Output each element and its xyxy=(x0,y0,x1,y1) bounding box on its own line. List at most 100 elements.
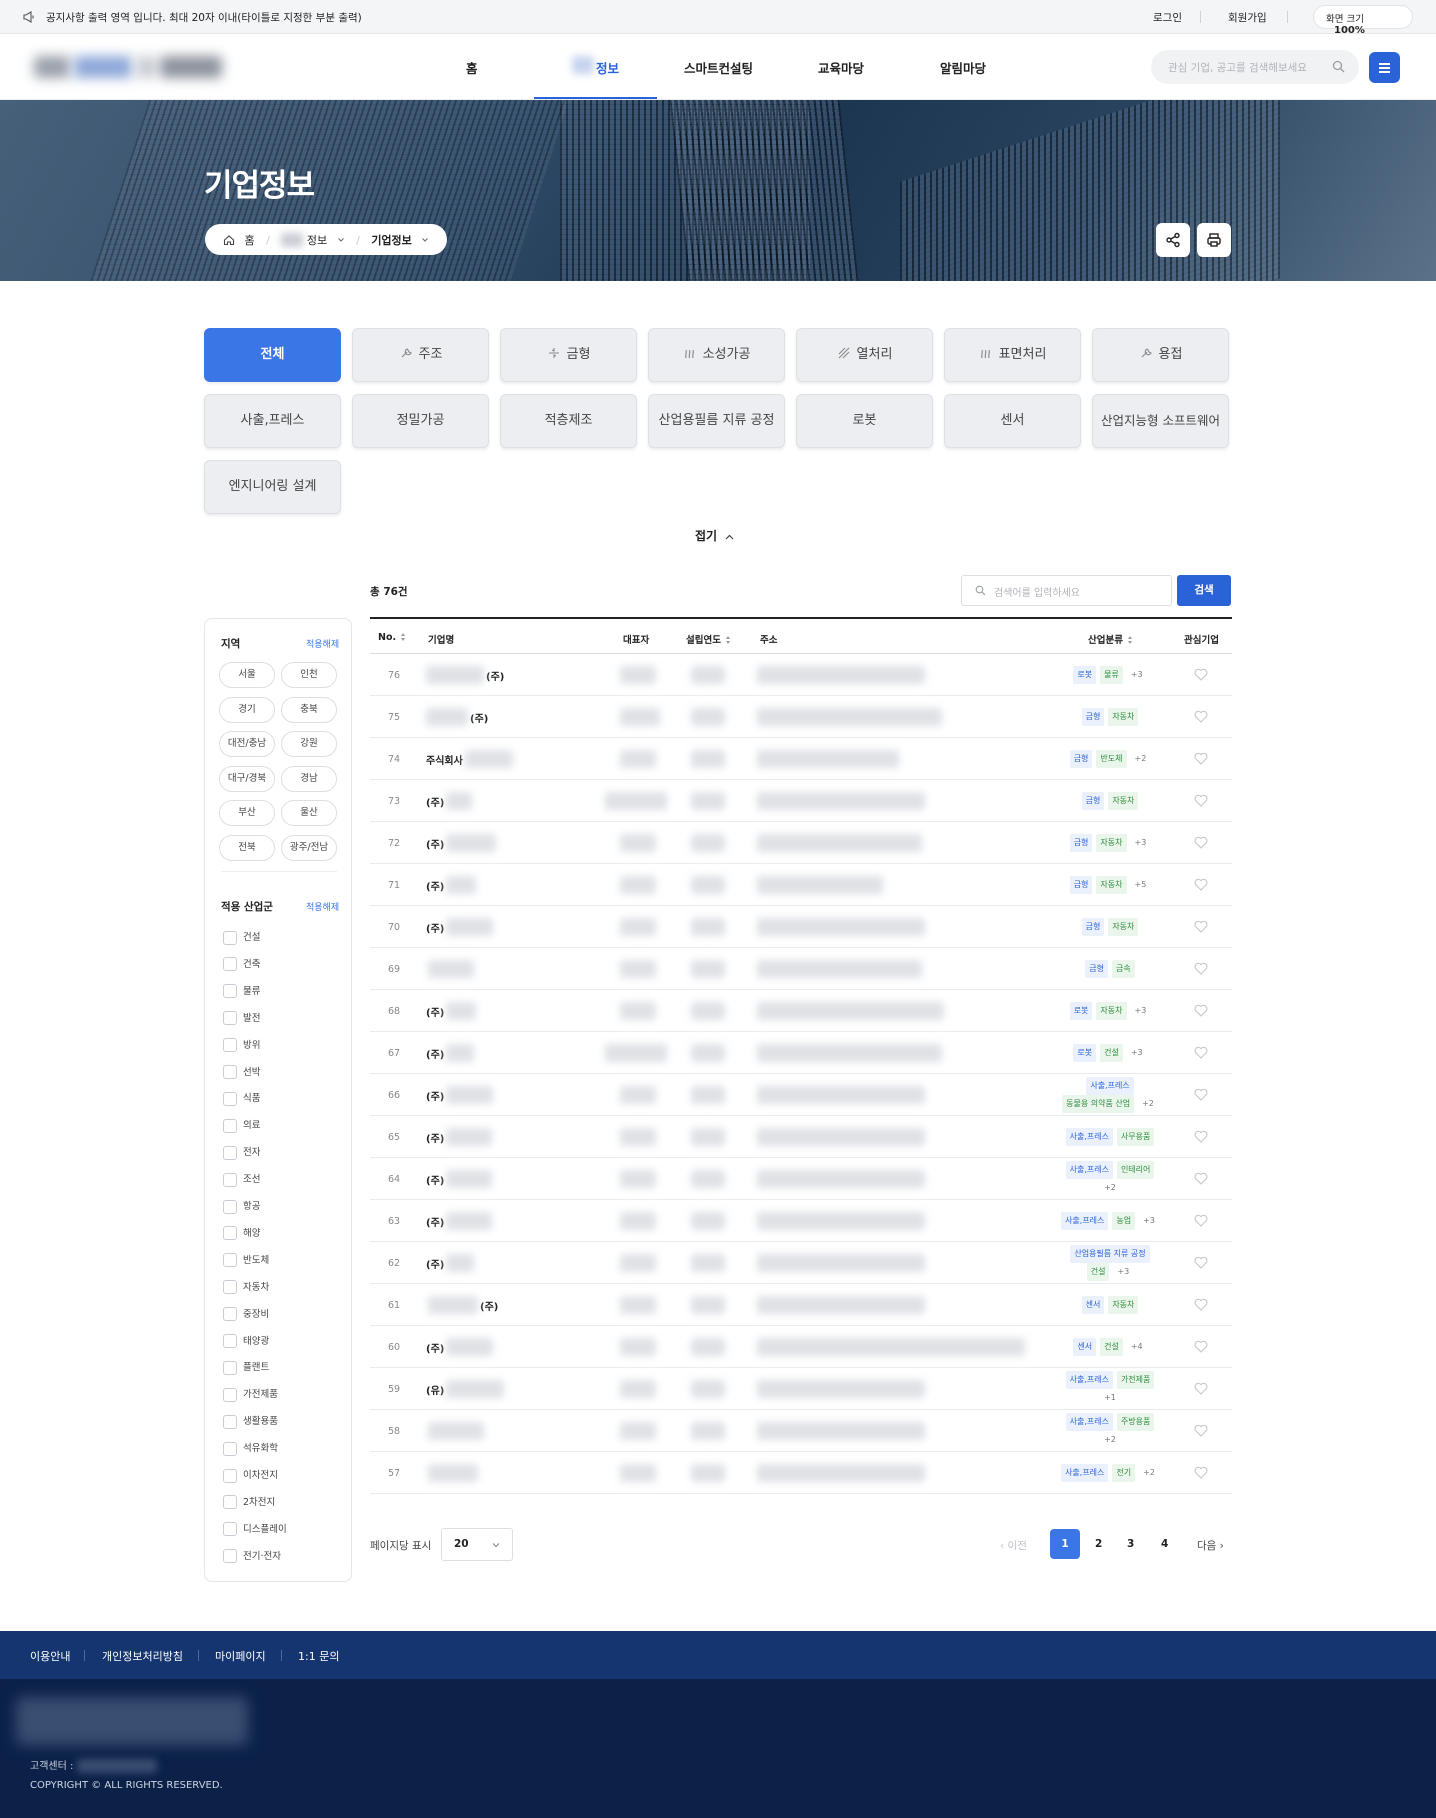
region-chip[interactable]: 경남 xyxy=(281,765,337,792)
company-name[interactable]: 주식회사 xyxy=(426,750,513,768)
col-year[interactable]: 설립연도 xyxy=(686,632,731,646)
category-mold[interactable]: 금형 xyxy=(500,328,637,382)
table-row[interactable]: 71 (주) 금형 자동차 +5 xyxy=(370,864,1232,906)
region-chip[interactable]: 서울 xyxy=(219,662,275,688)
table-row[interactable]: 70 (주) 금형 자동차 xyxy=(370,906,1232,948)
industry-checkbox[interactable]: 석유화학 xyxy=(223,1440,278,1456)
company-name[interactable]: (주) xyxy=(426,1254,475,1272)
heart-icon[interactable] xyxy=(1194,1340,1208,1353)
table-row[interactable]: 57 사출,프레스 전기 +2 xyxy=(370,1452,1232,1494)
industry-checkbox[interactable]: 전자 xyxy=(223,1144,260,1160)
heart-icon[interactable] xyxy=(1194,710,1208,723)
industry-checkbox[interactable]: 디스플레이 xyxy=(223,1521,287,1537)
col-industry[interactable]: 산업분류 xyxy=(1088,632,1133,646)
site-logo[interactable] xyxy=(34,50,224,82)
industry-checkbox[interactable]: 자동차 xyxy=(223,1279,269,1295)
company-name[interactable]: (주) xyxy=(426,666,504,684)
per-page-select[interactable]: 20 xyxy=(441,1528,513,1561)
industry-checkbox[interactable]: 중장비 xyxy=(223,1306,269,1322)
table-row[interactable]: 63 (주) 사출,프레스 농업 +3 xyxy=(370,1200,1232,1242)
industry-checkbox[interactable]: 반도체 xyxy=(223,1252,269,1268)
page-4[interactable]: 4 xyxy=(1161,1538,1168,1550)
print-button[interactable] xyxy=(1197,223,1231,257)
footer-link-mypage[interactable]: 마이페이지 xyxy=(215,1648,266,1664)
heart-icon[interactable] xyxy=(1194,878,1208,891)
share-button[interactable] xyxy=(1156,223,1190,257)
region-chip[interactable]: 충북 xyxy=(281,696,337,723)
heart-icon[interactable] xyxy=(1194,1130,1208,1143)
chevron-down-icon[interactable] xyxy=(337,236,345,244)
industry-checkbox[interactable]: 가전제품 xyxy=(223,1386,278,1402)
table-row[interactable]: 58 사출,프레스 주방용품 +2 xyxy=(370,1410,1232,1452)
category-industrial-ai-software[interactable]: 산업지능형 소프트웨어 xyxy=(1092,394,1229,448)
company-name[interactable] xyxy=(428,1464,478,1482)
region-chip[interactable]: 전북 xyxy=(219,834,275,861)
industry-reset-link[interactable]: 적용해제 xyxy=(306,900,339,913)
table-search-input[interactable]: 검색어를 입력하세요 xyxy=(961,575,1172,606)
industry-checkbox[interactable]: 이차전지 xyxy=(223,1467,278,1483)
table-row[interactable]: 64 (주) 사출,프레스 인테리어 +2 xyxy=(370,1158,1232,1200)
breadcrumb-level1[interactable]: 정보 xyxy=(307,232,327,248)
header-search-input[interactable]: 관심 기업, 공고를 검색해보세요 xyxy=(1151,50,1359,84)
table-row[interactable]: 73 (주) 금형 자동차 xyxy=(370,780,1232,822)
company-name[interactable]: (유) xyxy=(426,1380,505,1398)
heart-icon[interactable] xyxy=(1194,1088,1208,1101)
company-name[interactable]: (주) xyxy=(426,1128,493,1146)
category-engineering-design[interactable]: 엔지니어링 설계 xyxy=(204,460,341,514)
company-name[interactable] xyxy=(428,960,474,978)
industry-checkbox[interactable]: 태양광 xyxy=(223,1333,269,1348)
table-row[interactable]: 60 (주) 센서 건설 +4 xyxy=(370,1326,1232,1368)
industry-checkbox[interactable]: 물류 xyxy=(223,983,260,999)
region-chip[interactable]: 경기 xyxy=(219,696,275,723)
table-row[interactable]: 62 (주) 산업용필름 지류 공정 건설 +3 xyxy=(370,1242,1232,1284)
home-icon[interactable] xyxy=(223,234,235,246)
page-1[interactable]: 1 xyxy=(1050,1529,1080,1559)
region-chip[interactable]: 대구/경북 xyxy=(219,765,275,792)
table-row[interactable]: 59 (유) 사출,프레스 가전제품 +1 xyxy=(370,1368,1232,1410)
category-surface-treatment[interactable]: 표면처리 xyxy=(944,328,1081,382)
heart-icon[interactable] xyxy=(1194,836,1208,849)
table-row[interactable]: 65 (주) 사출,프레스 사무용품 xyxy=(370,1116,1232,1158)
category-casting[interactable]: 주조 xyxy=(352,328,489,382)
breadcrumb-level2[interactable]: 기업정보 xyxy=(371,232,411,248)
company-name[interactable]: (주) xyxy=(426,1170,493,1188)
nav-item-education[interactable]: 교육마당 xyxy=(818,58,864,77)
category-heat-treatment[interactable]: 열처리 xyxy=(796,328,933,382)
table-row[interactable]: 75 (주) 금형 자동차 xyxy=(370,696,1232,738)
fold-toggle[interactable]: 접기 xyxy=(695,527,734,544)
category-industrial-film[interactable]: 산업용필름 지류 공정 xyxy=(648,394,785,448)
table-row[interactable]: 69 금형 금속 xyxy=(370,948,1232,990)
search-icon[interactable] xyxy=(1332,60,1345,73)
heart-icon[interactable] xyxy=(1194,1298,1208,1311)
heart-icon[interactable] xyxy=(1194,962,1208,975)
zoom-control[interactable]: 화면 크기100% xyxy=(1313,5,1413,36)
company-name[interactable]: (주) xyxy=(426,708,488,726)
category-injection-press[interactable]: 사출,프레스 xyxy=(204,394,341,448)
heart-icon[interactable] xyxy=(1194,1382,1208,1395)
nav-item-info[interactable]: 정보 xyxy=(596,58,619,77)
heart-icon[interactable] xyxy=(1194,794,1208,807)
company-name[interactable]: (주) xyxy=(426,1002,477,1020)
footer-link-terms[interactable]: 이용안내 xyxy=(30,1648,70,1664)
company-name[interactable]: (주) xyxy=(426,1212,493,1230)
heart-icon[interactable] xyxy=(1194,1424,1208,1437)
page-3[interactable]: 3 xyxy=(1127,1538,1134,1550)
table-row[interactable]: 74 주식회사 금형 반도체 +2 xyxy=(370,738,1232,780)
breadcrumb-home[interactable]: 홈 xyxy=(245,232,255,248)
heart-icon[interactable] xyxy=(1194,1466,1208,1479)
region-chip[interactable]: 광주/전남 xyxy=(281,834,337,861)
region-chip[interactable]: 부산 xyxy=(219,800,275,826)
next-page-button[interactable]: 다음 › xyxy=(1197,1538,1224,1553)
industry-checkbox[interactable]: 선박 xyxy=(223,1064,260,1079)
chevron-down-icon[interactable] xyxy=(421,236,429,244)
region-chip[interactable]: 강원 xyxy=(281,731,337,757)
category-precision-machining[interactable]: 정밀가공 xyxy=(352,394,489,448)
industry-checkbox[interactable]: 식품 xyxy=(223,1090,260,1106)
table-row[interactable]: 76 (주) 로봇 물류 +3 xyxy=(370,654,1232,696)
industry-checkbox[interactable]: 조선 xyxy=(223,1171,260,1187)
nav-item-notice[interactable]: 알림마당 xyxy=(940,58,986,77)
login-link[interactable]: 로그인 xyxy=(1153,10,1182,25)
industry-checkbox[interactable]: 해양 xyxy=(223,1225,260,1241)
company-name[interactable]: (주) xyxy=(426,1044,475,1062)
table-row[interactable]: 68 (주) 로봇 자동차 +3 xyxy=(370,990,1232,1032)
